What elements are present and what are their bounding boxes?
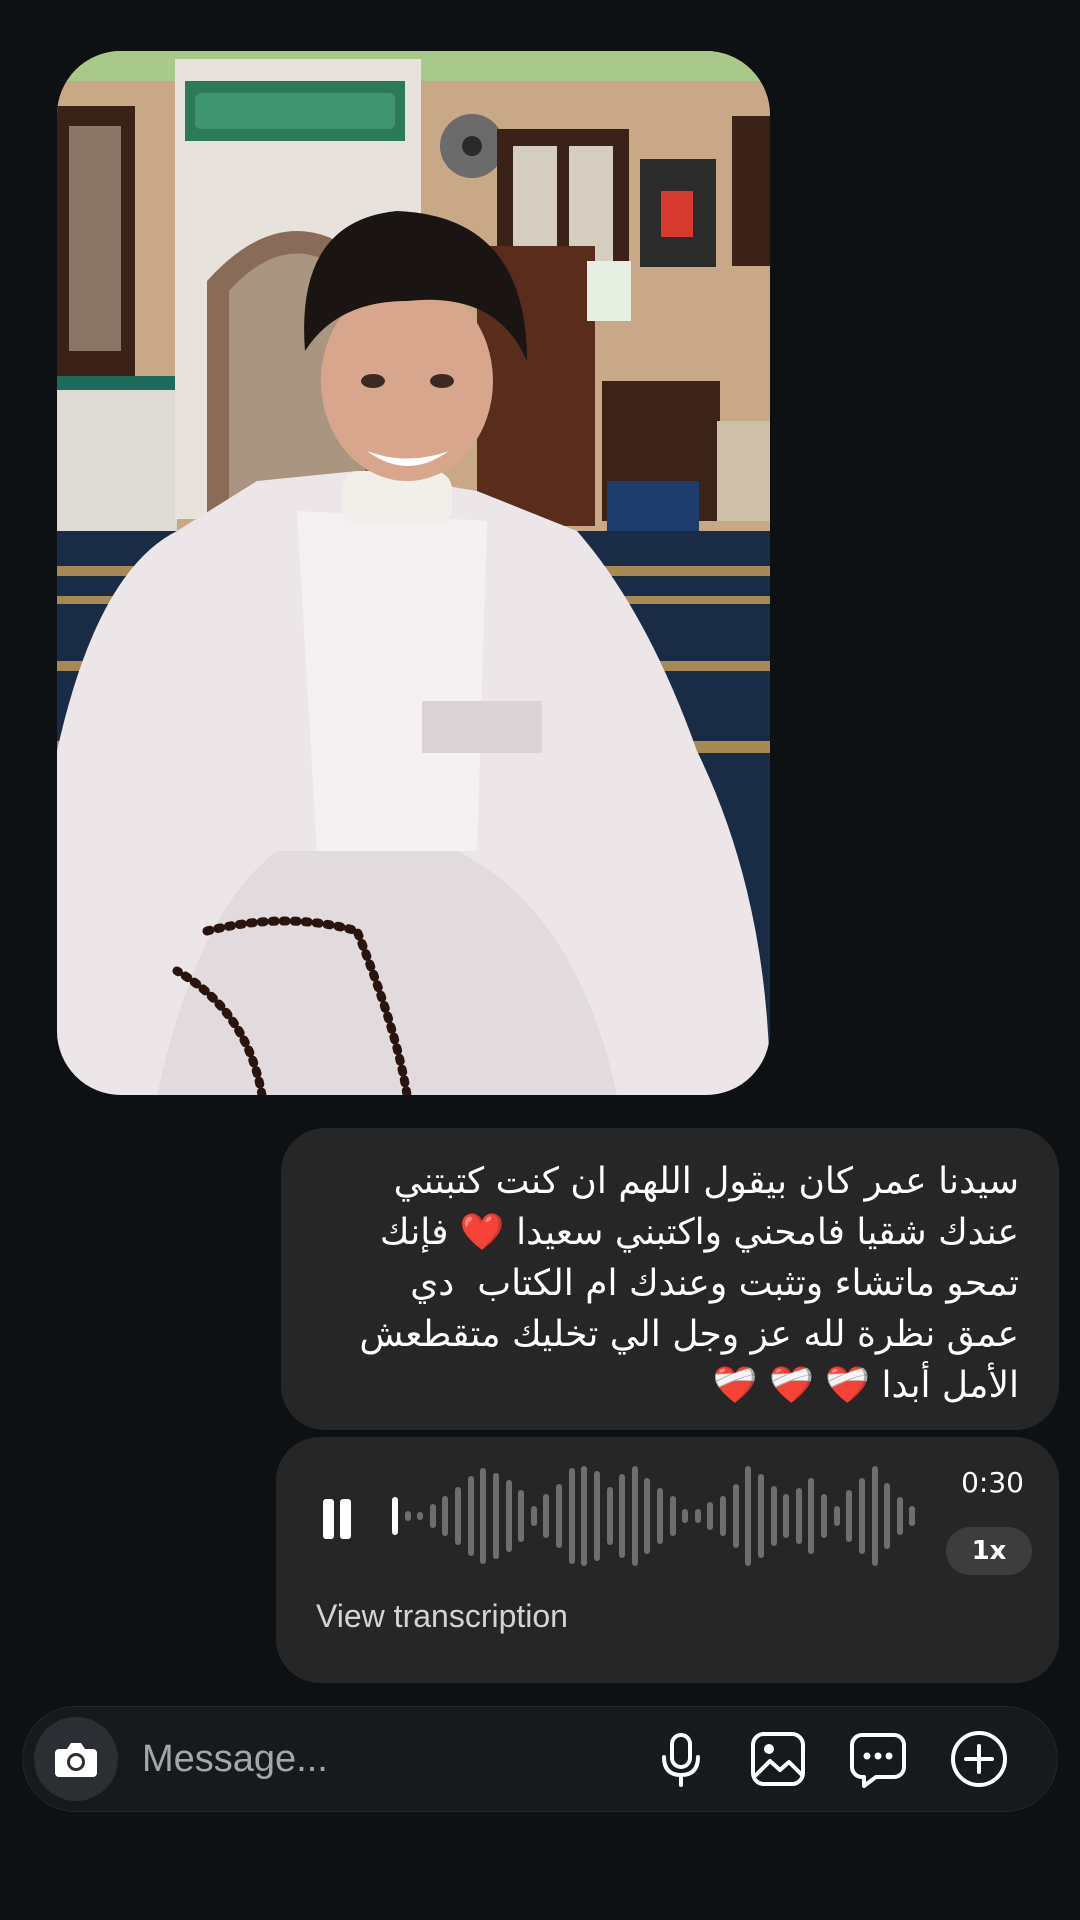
waveform-bar xyxy=(896,1497,903,1535)
waveform-bar xyxy=(669,1496,676,1536)
waveform-bar xyxy=(543,1494,550,1538)
gallery-icon[interactable] xyxy=(748,1729,808,1789)
waveform-bar xyxy=(884,1483,891,1549)
waveform-bar xyxy=(858,1478,865,1554)
waveform-bar xyxy=(467,1476,474,1556)
waveform-bar xyxy=(568,1468,575,1564)
waveform-bar xyxy=(745,1466,752,1566)
waveform-bar xyxy=(694,1509,701,1523)
waveform-bar xyxy=(492,1473,499,1559)
message-text: سيدنا عمر كان بيقول اللهم ان كنت كتبتني … xyxy=(359,1161,1019,1406)
microphone-icon[interactable] xyxy=(651,1729,711,1789)
waveform-bar xyxy=(417,1512,424,1520)
photo-message[interactable] xyxy=(57,51,770,1095)
chat-bubble-icon[interactable] xyxy=(848,1729,908,1789)
waveform-bar xyxy=(846,1490,853,1542)
waveform-bar xyxy=(909,1506,916,1526)
waveform-bar xyxy=(808,1478,815,1554)
waveform-bar xyxy=(556,1484,563,1548)
waveform-bar xyxy=(442,1496,449,1536)
waveform-bar xyxy=(593,1471,600,1561)
waveform-bar xyxy=(404,1511,411,1521)
photo-image xyxy=(57,51,770,1095)
view-transcription-link[interactable]: View transcription xyxy=(316,1598,568,1635)
voice-waveform[interactable] xyxy=(392,1458,922,1574)
pause-icon[interactable] xyxy=(320,1497,354,1543)
waveform-bar xyxy=(757,1474,764,1558)
waveform-bar xyxy=(720,1496,727,1536)
waveform-bar xyxy=(392,1497,398,1535)
waveform-bar xyxy=(644,1478,651,1554)
message-input[interactable] xyxy=(142,1732,612,1786)
waveform-bar xyxy=(480,1468,487,1564)
waveform-bar xyxy=(871,1466,878,1566)
plus-circle-icon[interactable] xyxy=(949,1729,1009,1789)
waveform-bar xyxy=(770,1486,777,1546)
waveform-bar xyxy=(530,1506,537,1526)
waveform-bar xyxy=(821,1494,828,1538)
waveform-bar xyxy=(795,1488,802,1544)
waveform-bar xyxy=(783,1494,790,1538)
text-message-bubble[interactable]: سيدنا عمر كان بيقول اللهم ان كنت كتبتني … xyxy=(281,1128,1059,1430)
waveform-bar xyxy=(505,1480,512,1552)
playback-speed-button[interactable]: 1x xyxy=(946,1527,1032,1575)
waveform-bar xyxy=(631,1466,638,1566)
waveform-bar xyxy=(581,1466,588,1566)
voice-duration: 0:30 xyxy=(961,1466,1024,1499)
waveform-bar xyxy=(732,1484,739,1548)
waveform-bar xyxy=(518,1490,525,1542)
waveform-bar xyxy=(833,1506,840,1526)
waveform-bar xyxy=(429,1504,436,1528)
waveform-bar xyxy=(707,1502,714,1530)
waveform-bar xyxy=(657,1488,663,1544)
waveform-bar xyxy=(455,1487,462,1545)
camera-icon xyxy=(55,1743,97,1777)
waveform-bar xyxy=(619,1474,626,1558)
waveform-bar xyxy=(606,1487,613,1545)
camera-button[interactable] xyxy=(34,1717,118,1801)
waveform-bar xyxy=(682,1509,689,1523)
